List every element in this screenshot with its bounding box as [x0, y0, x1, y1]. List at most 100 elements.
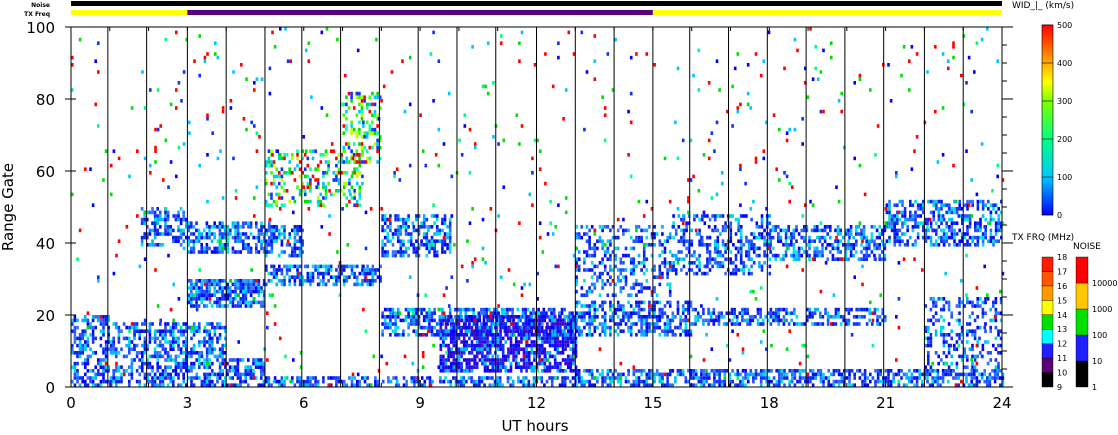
echo-cell [968, 243, 972, 247]
echo-cell [681, 329, 685, 333]
echo-cell [897, 372, 901, 377]
echo-cell [924, 228, 928, 233]
echo-cell [128, 379, 131, 384]
echo-cell [619, 379, 623, 384]
echo-cell [363, 131, 366, 135]
echo-cell [895, 372, 898, 377]
echo-cell [422, 307, 426, 312]
echo-cell [583, 379, 586, 384]
echo-cell [247, 246, 250, 251]
echo-cell [901, 203, 904, 207]
echo-cell [811, 376, 815, 380]
echo-cell [551, 336, 554, 341]
txfreq-segment [652, 10, 1002, 15]
echo-cell [635, 379, 638, 384]
echo-cell [642, 369, 646, 373]
echo-cell [609, 318, 612, 323]
echo-cell [632, 311, 636, 315]
echo-cell [247, 304, 250, 308]
echo-cell [386, 250, 390, 254]
echo-cell [713, 225, 717, 229]
echo-cell [182, 239, 185, 243]
echo-cell [835, 369, 838, 373]
echo-cell [153, 221, 157, 225]
echo-cell [311, 279, 315, 283]
echo-cell [363, 95, 366, 99]
echo-cell [148, 228, 152, 233]
echo-cell [213, 383, 217, 387]
echo-cell [442, 329, 445, 333]
echo-cell [200, 250, 203, 254]
echo-cell [404, 318, 408, 323]
echo-cell [695, 264, 699, 269]
echo-cell [197, 228, 201, 233]
echo-cell [722, 315, 726, 319]
echo-cell [511, 311, 514, 315]
echo-cell [192, 297, 196, 301]
echo-cell [603, 315, 607, 319]
echo-cell [737, 246, 740, 251]
echo-cell [78, 343, 82, 348]
echo-cell [559, 322, 562, 326]
echo-cell [447, 329, 450, 333]
echo-cell [81, 336, 84, 341]
echo-cell [133, 343, 136, 348]
echo-cell [231, 358, 234, 362]
echo-cell [368, 160, 372, 164]
echo-cell [464, 307, 468, 312]
echo-cell [231, 246, 235, 251]
echo-cell [797, 257, 801, 261]
echo-cell [151, 376, 154, 380]
echo-cell [97, 369, 100, 373]
echo-cell [520, 369, 523, 373]
echo-cell [394, 228, 397, 233]
echo-cell [566, 365, 570, 369]
echo-cell [892, 379, 895, 384]
echo-cell [211, 361, 214, 366]
echo-cell [814, 376, 817, 380]
echo-cell [504, 325, 508, 330]
echo-cell [130, 347, 134, 351]
echo-cell [601, 376, 604, 380]
echo-cell [441, 228, 444, 233]
echo-cell [135, 329, 139, 333]
echo-cell [221, 235, 224, 240]
echo-cell [84, 361, 87, 366]
echo-cell [470, 325, 474, 330]
echo-cell [117, 379, 121, 384]
echo-cell [810, 239, 814, 243]
echo-cell [327, 163, 330, 168]
echo-cell [478, 340, 482, 344]
echo-cell [361, 271, 364, 276]
echo-cell [460, 361, 463, 366]
echo-cell [684, 318, 688, 323]
echo-cell [102, 347, 105, 351]
echo-cell [255, 250, 258, 254]
echo-cell [590, 282, 594, 287]
echo-cell [619, 383, 623, 387]
echo-cell [298, 192, 302, 197]
echo-cell [942, 228, 946, 233]
echo-cell [848, 383, 851, 387]
echo-cell [358, 196, 362, 200]
echo-cell [192, 365, 196, 369]
echo-cell [653, 315, 656, 319]
echo-cell [332, 171, 336, 175]
echo-cell [747, 271, 751, 276]
echo-cell [745, 250, 748, 254]
echo-cell [506, 379, 510, 384]
echo-cell [778, 369, 781, 373]
echo-cell [590, 300, 594, 305]
echo-cell [551, 333, 554, 337]
echo-cell [205, 333, 209, 337]
echo-cell [192, 343, 196, 348]
echo-cell [847, 228, 850, 233]
echo-cell [316, 275, 320, 279]
echo-cell [533, 369, 536, 373]
echo-cell [702, 372, 706, 377]
echo-cell [402, 221, 405, 225]
echo-cell [583, 293, 586, 297]
echo-cell [363, 268, 367, 272]
echo-cell [208, 351, 211, 355]
echo-cell [622, 329, 625, 333]
